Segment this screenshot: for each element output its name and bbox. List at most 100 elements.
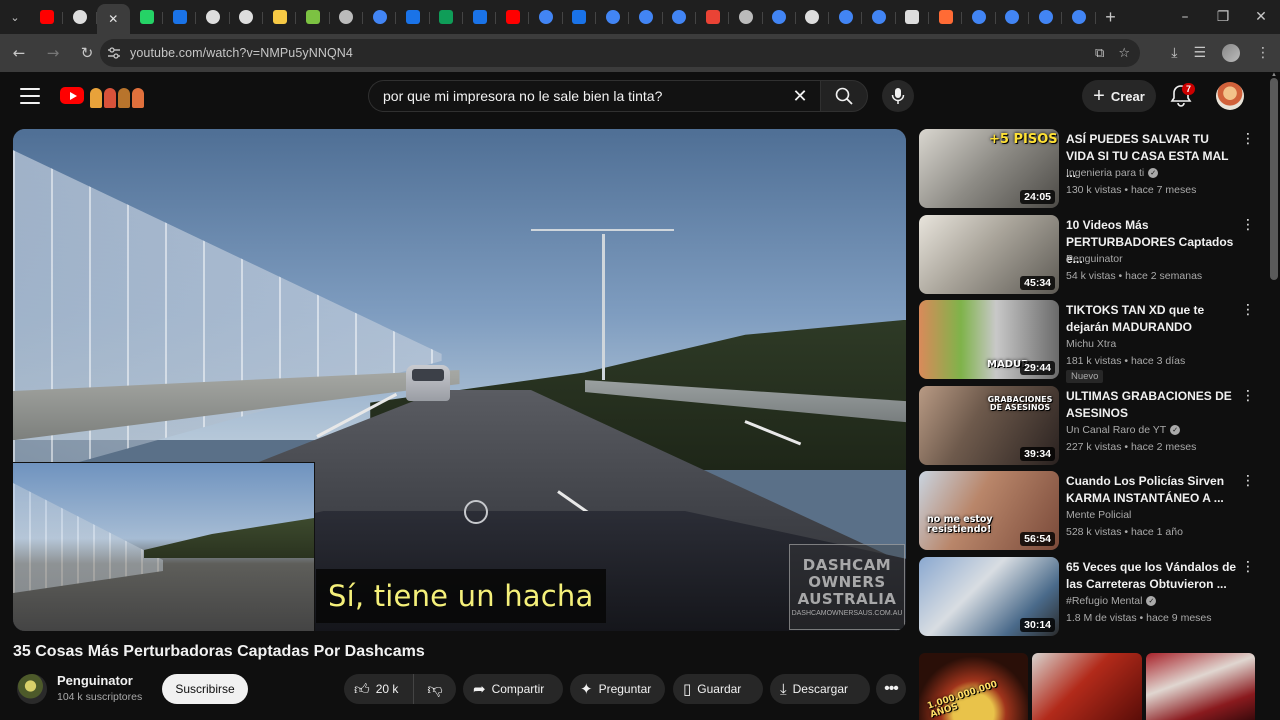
browser-tab[interactable]: [663, 3, 696, 31]
site-info-icon[interactable]: [100, 47, 128, 59]
short-thumbnail[interactable]: 1.000.000.000 AÑOS: [919, 653, 1029, 720]
address-bar[interactable]: youtube.com/watch?v=NMPu5yNNQN4 ⧉ ☆: [100, 39, 1140, 67]
browser-tab[interactable]: [763, 3, 796, 31]
voice-search-button[interactable]: [882, 80, 914, 112]
related-video-title[interactable]: TIKTOKS TAN XD que te dejarán MADURANDO: [1066, 302, 1238, 336]
browser-tab[interactable]: [430, 3, 463, 31]
browser-tab[interactable]: [163, 3, 197, 31]
short-thumbnail[interactable]: [1032, 653, 1142, 720]
reading-list-icon[interactable]: ☰: [1193, 45, 1206, 61]
kebab-menu-icon[interactable]: ⋮: [1241, 131, 1255, 147]
browser-tab[interactable]: [330, 3, 363, 31]
video-thumbnail[interactable]: GRABACIONES DE ASESINOS 39:34: [919, 385, 1059, 465]
dislike-button[interactable]: 👎︎: [414, 680, 456, 699]
browser-tab[interactable]: [729, 3, 763, 31]
browser-tab[interactable]: [996, 3, 1029, 31]
related-video-title[interactable]: Cuando Los Policías Sirven KARMA INSTANT…: [1066, 473, 1238, 507]
video-thumbnail[interactable]: no me estoy resistiendo! 56:54: [919, 471, 1059, 550]
kebab-menu-icon[interactable]: ⋮: [1241, 388, 1255, 404]
browser-tab[interactable]: [896, 3, 930, 31]
related-channel-name[interactable]: Mente Policial: [1066, 509, 1131, 521]
close-icon[interactable]: ✕: [108, 12, 118, 26]
browser-tab[interactable]: [1029, 3, 1063, 31]
share-button[interactable]: ➦ Compartir: [463, 674, 563, 704]
browser-tab[interactable]: [363, 3, 397, 31]
browser-tab[interactable]: ✕: [96, 4, 130, 34]
related-video-item[interactable]: +5 PISOS 24:05 ASÍ PUEDES SALVAR TU VIDA S…: [919, 129, 1259, 209]
browser-tab[interactable]: [629, 3, 663, 31]
bookmark-star-icon[interactable]: ☆: [1118, 46, 1130, 61]
browser-tab[interactable]: [829, 3, 863, 31]
channel-name[interactable]: Penguinator: [57, 673, 133, 688]
related-video-item[interactable]: no me estoy resistiendo! 56:54 Cuando Los …: [919, 471, 1259, 551]
video-player[interactable]: Sí, tiene un hacha DASHCAM OWNERS AUSTRA…: [13, 129, 906, 631]
browser-tab[interactable]: [196, 3, 230, 31]
browser-tab[interactable]: [463, 3, 497, 31]
restore-icon[interactable]: ❐: [1204, 0, 1242, 34]
back-icon[interactable]: ←: [4, 38, 34, 68]
related-channel-name[interactable]: Michu Xtra: [1066, 338, 1116, 350]
ask-button[interactable]: ✦ Preguntar: [570, 674, 665, 704]
related-video-item[interactable]: 30:14 65 Veces que los Vándalos de las Ca…: [919, 556, 1259, 637]
browser-tab[interactable]: [962, 3, 996, 31]
short-thumbnail[interactable]: [1145, 653, 1255, 720]
kebab-menu-icon[interactable]: ⋮: [1241, 217, 1255, 233]
browser-tab[interactable]: [130, 3, 164, 31]
video-thumbnail[interactable]: 30:14: [919, 556, 1059, 636]
account-avatar[interactable]: [1216, 82, 1244, 110]
related-video-item[interactable]: GRABACIONES DE ASESINOS 39:34 ULTIMAS GRAB…: [919, 385, 1259, 466]
profile-icon[interactable]: [1222, 44, 1240, 62]
browser-tab[interactable]: [596, 3, 630, 31]
related-video-title[interactable]: 65 Veces que los Vándalos de las Carrete…: [1066, 559, 1238, 593]
search-query[interactable]: por que mi impresora no le sale bien la …: [383, 88, 662, 104]
related-video-channel[interactable]: Un Canal Raro de YT ✓: [1066, 424, 1181, 436]
browser-tab[interactable]: [563, 3, 597, 31]
video-thumbnail[interactable]: MADUR 29:44: [919, 300, 1059, 379]
page-scrollbar[interactable]: [1270, 78, 1278, 280]
menu-icon[interactable]: [18, 86, 42, 106]
kebab-menu-icon[interactable]: ⋮: [1241, 559, 1255, 575]
related-video-channel[interactable]: Mente Policial: [1066, 509, 1131, 521]
related-video-item[interactable]: 45:34 10 Videos Más PERTURBADORES Captado…: [919, 214, 1259, 295]
more-actions-icon[interactable]: •••: [876, 674, 906, 704]
browser-tab[interactable]: [296, 3, 330, 31]
related-channel-name[interactable]: #Refugio Mental: [1066, 595, 1142, 607]
window-close-icon[interactable]: ✕: [1242, 0, 1280, 34]
forward-icon[interactable]: →: [38, 38, 68, 68]
browser-tab[interactable]: [496, 3, 530, 31]
new-tab-button[interactable]: +: [1096, 0, 1126, 34]
browser-menu-icon[interactable]: ⋮: [1256, 45, 1270, 61]
browser-tab[interactable]: [929, 3, 963, 31]
download-icon[interactable]: ⤓: [1171, 45, 1177, 61]
browser-tab[interactable]: [396, 3, 430, 31]
minimize-icon[interactable]: –: [1166, 0, 1204, 34]
search-button[interactable]: [820, 80, 868, 112]
browser-tab[interactable]: [230, 3, 264, 31]
related-video-channel[interactable]: #Refugio Mental ✓: [1066, 595, 1157, 607]
video-thumbnail[interactable]: +5 PISOS 24:05: [919, 129, 1059, 208]
kebab-menu-icon[interactable]: ⋮: [1241, 302, 1255, 318]
related-video-channel[interactable]: Michu Xtra: [1066, 338, 1116, 350]
browser-tab[interactable]: [63, 3, 97, 31]
related-video-channel[interactable]: Penguinator: [1066, 253, 1123, 265]
url-text[interactable]: youtube.com/watch?v=NMPu5yNNQN4: [130, 46, 353, 60]
tab-search-chevron-icon[interactable]: ⌄: [0, 0, 30, 34]
related-video-title[interactable]: ULTIMAS GRABACIONES DE ASESINOS: [1066, 388, 1238, 422]
related-channel-name[interactable]: Un Canal Raro de YT: [1066, 424, 1166, 436]
related-channel-name[interactable]: Penguinator: [1066, 253, 1123, 265]
related-video-channel[interactable]: Ingenieria para ti ✓: [1066, 167, 1159, 179]
channel-avatar[interactable]: [17, 674, 47, 704]
like-button[interactable]: 👍︎ 20 k: [344, 674, 414, 704]
subscribe-button[interactable]: Suscribirse: [162, 674, 248, 704]
related-channel-name[interactable]: Ingenieria para ti: [1066, 167, 1144, 179]
video-thumbnail[interactable]: 45:34: [919, 214, 1059, 294]
reload-icon[interactable]: ↻: [72, 38, 102, 68]
doodle-icon[interactable]: [90, 84, 146, 108]
kebab-menu-icon[interactable]: ⋮: [1241, 473, 1255, 489]
related-video-item[interactable]: MADUR 29:44 TIKTOKS TAN XD que te dejarán …: [919, 300, 1259, 383]
browser-tab[interactable]: [529, 3, 563, 31]
create-button[interactable]: + Crear: [1082, 80, 1156, 112]
youtube-logo-icon[interactable]: [60, 87, 84, 104]
cast-icon[interactable]: ⧉: [1095, 46, 1104, 61]
download-button[interactable]: ⤓ Descargar: [770, 674, 870, 704]
